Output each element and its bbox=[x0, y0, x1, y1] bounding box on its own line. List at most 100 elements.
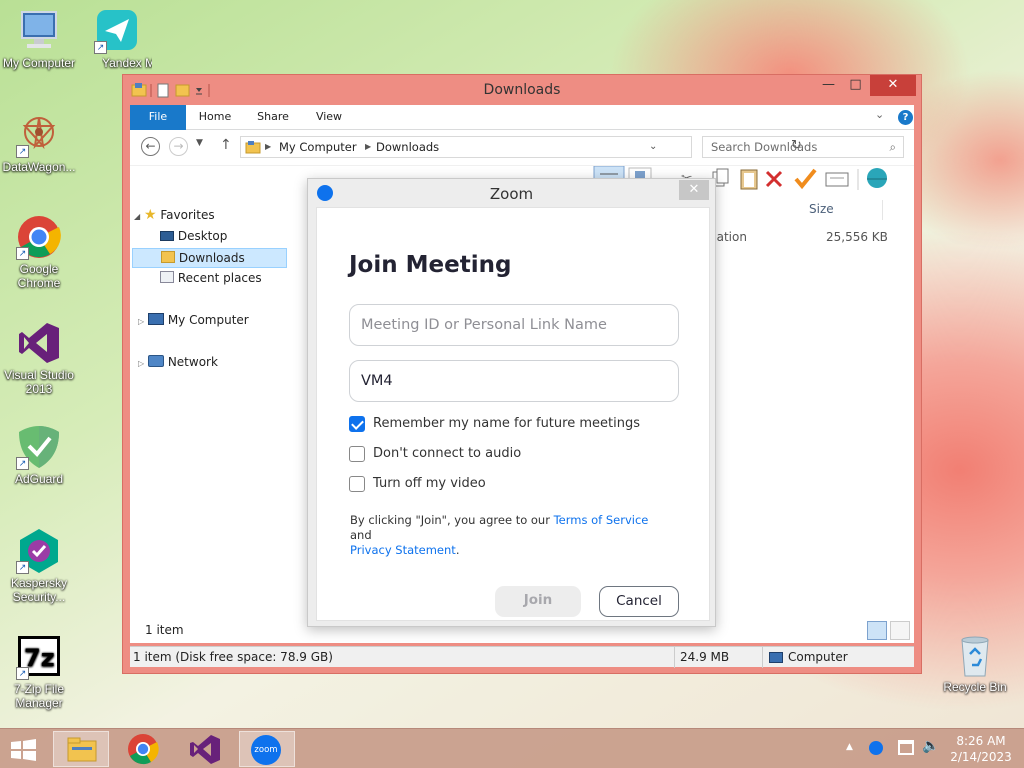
taskbar-zoom[interactable]: zoom bbox=[239, 731, 295, 767]
start-button[interactable] bbox=[10, 738, 38, 762]
join-button[interactable]: Join bbox=[495, 586, 581, 617]
file-explorer-icon bbox=[67, 737, 97, 762]
downloads-folder-icon bbox=[161, 251, 175, 263]
status-divider bbox=[762, 647, 763, 668]
shortcut-arrow-icon: ↗ bbox=[16, 457, 29, 470]
checkbox-unchecked-icon[interactable] bbox=[349, 476, 365, 492]
computer-icon bbox=[147, 313, 164, 325]
taskbar-visual-studio[interactable] bbox=[177, 731, 233, 767]
tab-file[interactable]: File bbox=[130, 105, 186, 130]
volume-tray-icon[interactable]: 🔈 bbox=[922, 738, 939, 754]
desktop-icon-google-chrome[interactable]: ↗ Google Chrome bbox=[0, 214, 80, 290]
windows-logo-icon bbox=[11, 739, 36, 761]
taskbar-file-explorer[interactable] bbox=[53, 731, 109, 767]
breadcrumb-my-computer[interactable]: My Computer bbox=[279, 137, 357, 157]
large-icons-view-icon[interactable] bbox=[890, 621, 910, 640]
status-disk-space: 1 item (Disk free space: 78.9 GB) bbox=[133, 650, 333, 664]
address-bar[interactable]: ▶ My Computer ▶ Downloads ⌄ bbox=[240, 136, 692, 158]
nav-label: Favorites bbox=[160, 208, 215, 222]
desktop-icon-yandex-messenger[interactable]: ↗ Yandex Messe... bbox=[76, 8, 158, 70]
help-icon[interactable]: ? bbox=[898, 110, 913, 125]
nav-favorites[interactable]: ◢ ★ Favorites bbox=[134, 206, 215, 226]
tab-view[interactable]: View bbox=[306, 105, 352, 130]
zoom-join-dialog[interactable]: Zoom ✕ Join Meeting Meeting ID or Person… bbox=[307, 178, 716, 627]
search-downloads-input[interactable]: Search Downloads ⌕ bbox=[702, 136, 904, 158]
desktop-icon-label: AdGuard bbox=[14, 472, 64, 486]
desktop-icon-recycle-bin[interactable]: Recycle Bin bbox=[934, 632, 1016, 694]
nav-network[interactable]: ▷ Network bbox=[138, 353, 218, 373]
breadcrumb-downloads[interactable]: Downloads bbox=[376, 137, 439, 157]
zoom-tray-icon[interactable] bbox=[869, 741, 883, 755]
desktop-icon-adguard[interactable]: ↗ AdGuard bbox=[0, 424, 80, 486]
privacy-statement-link[interactable]: Privacy Statement bbox=[350, 543, 456, 557]
desktop-icon-7zip[interactable]: 7z ↗ 7-Zip File Manager bbox=[0, 634, 80, 710]
desktop-icon-label: Visual Studio 2013 bbox=[4, 368, 74, 396]
search-icon[interactable]: ⌕ bbox=[890, 137, 896, 157]
desktop-icon-label: 7-Zip File Manager bbox=[13, 682, 64, 710]
desktop-icon-visual-studio[interactable]: Visual Studio 2013 bbox=[0, 320, 80, 396]
nav-label: Desktop bbox=[177, 229, 228, 243]
file-row[interactable]: cation 25,556 KB bbox=[710, 230, 910, 248]
chrome-icon: ↗ bbox=[16, 214, 62, 260]
breadcrumb-arrow-icon: ▶ bbox=[365, 142, 372, 151]
desktop-icon-datawagon[interactable]: ↗ DataWagon... bbox=[0, 112, 80, 174]
nav-recent-places[interactable]: Recent places bbox=[160, 269, 262, 289]
show-hidden-icons-icon[interactable]: ▲ bbox=[846, 742, 853, 752]
recycle-bin-icon bbox=[952, 632, 998, 678]
desktop-icon-label: My Computer bbox=[2, 56, 76, 70]
7zip-icon: 7z ↗ bbox=[16, 634, 62, 680]
network-tray-icon[interactable] bbox=[898, 740, 914, 755]
desktop-icon-label: Recycle Bin bbox=[943, 680, 1007, 694]
zoom-close-button[interactable]: ✕ bbox=[679, 180, 709, 200]
tab-home[interactable]: Home bbox=[192, 105, 238, 130]
nav-label: Recent places bbox=[177, 271, 262, 285]
up-button[interactable]: ↑ bbox=[220, 137, 232, 153]
nav-my-computer[interactable]: ▷ My Computer bbox=[138, 311, 249, 331]
desktop-icon-my-computer[interactable]: My Computer bbox=[0, 8, 80, 70]
desktop-icon-kaspersky[interactable]: ↗ Kaspersky Security... bbox=[0, 528, 80, 604]
ribbon-expand-icon[interactable]: ⌄ bbox=[875, 108, 884, 121]
turn-off-video-checkbox[interactable]: Turn off my video bbox=[349, 475, 486, 493]
explorer-titlebar[interactable]: Downloads — □ ✕ bbox=[123, 75, 921, 105]
checkbox-checked-icon[interactable] bbox=[349, 416, 365, 432]
chrome-icon bbox=[128, 734, 159, 765]
item-count: 1 item bbox=[145, 623, 184, 637]
clock-date: 2/14/2023 bbox=[950, 750, 1012, 764]
details-view-icon[interactable] bbox=[867, 621, 887, 640]
minimize-button[interactable]: — bbox=[815, 75, 842, 96]
checkbox-label: Don't connect to audio bbox=[373, 446, 522, 461]
recent-locations-icon[interactable]: ▼ bbox=[196, 138, 203, 148]
display-name-input[interactable]: VM4 bbox=[349, 360, 679, 402]
status-location: Computer bbox=[788, 650, 848, 664]
desktop-icon-label: Kaspersky Security... bbox=[10, 576, 68, 604]
visual-studio-icon bbox=[16, 320, 62, 366]
forward-button[interactable]: → bbox=[169, 137, 188, 156]
expand-arrow-icon[interactable]: ▷ bbox=[138, 317, 144, 326]
nav-downloads[interactable]: Downloads bbox=[132, 248, 287, 268]
shortcut-arrow-icon: ↗ bbox=[16, 145, 29, 158]
file-size: 25,556 KB bbox=[826, 230, 888, 244]
cancel-button[interactable]: Cancel bbox=[599, 586, 679, 617]
maximize-button[interactable]: □ bbox=[842, 75, 869, 96]
desktop-icon-label: DataWagon... bbox=[2, 160, 76, 174]
column-header-size[interactable]: Size bbox=[809, 202, 834, 216]
nav-desktop[interactable]: Desktop bbox=[160, 227, 227, 247]
checkbox-unchecked-icon[interactable] bbox=[349, 446, 365, 462]
terms-of-service-link[interactable]: Terms of Service bbox=[554, 513, 649, 527]
dont-connect-audio-checkbox[interactable]: Don't connect to audio bbox=[349, 445, 521, 463]
taskbar-chrome[interactable] bbox=[115, 731, 171, 767]
back-button[interactable]: ← bbox=[141, 137, 160, 156]
meeting-id-input[interactable]: Meeting ID or Personal Link Name bbox=[349, 304, 679, 346]
collapse-arrow-icon[interactable]: ◢ bbox=[134, 212, 140, 221]
expand-arrow-icon[interactable]: ▷ bbox=[138, 359, 144, 368]
meeting-id-placeholder: Meeting ID or Personal Link Name bbox=[361, 317, 607, 333]
address-dropdown-icon[interactable]: ⌄ bbox=[649, 137, 657, 157]
tab-share[interactable]: Share bbox=[250, 105, 296, 130]
close-button[interactable]: ✕ bbox=[870, 75, 916, 96]
remember-name-checkbox[interactable]: Remember my name for future meetings bbox=[349, 415, 640, 433]
clock-time: 8:26 AM bbox=[956, 734, 1006, 748]
folder-icon bbox=[245, 141, 261, 154]
status-size: 24.9 MB bbox=[680, 650, 730, 664]
taskbar-clock[interactable]: 8:26 AM 2/14/2023 bbox=[946, 733, 1016, 765]
search-placeholder: Search Downloads bbox=[711, 140, 818, 154]
